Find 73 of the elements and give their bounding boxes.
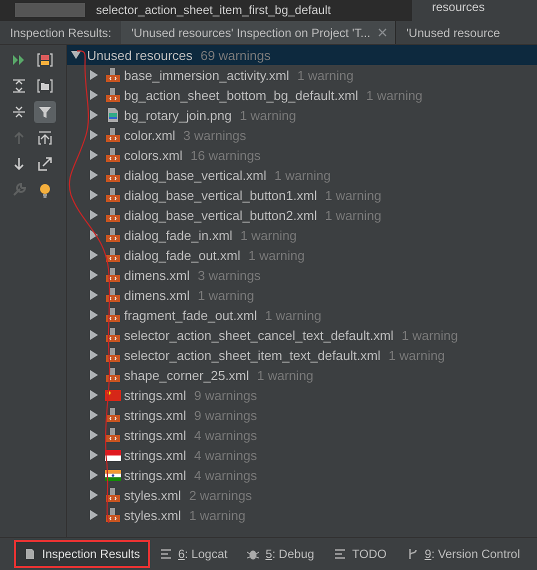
bug-icon (247, 548, 260, 560)
xml-file-icon (105, 427, 121, 443)
xml-file-icon (105, 247, 121, 263)
tree-item[interactable]: strings.xml 9 warnings (67, 405, 537, 425)
xml-file-icon (105, 367, 121, 383)
tree-item[interactable]: dialog_base_vertical.xml 1 warning (67, 165, 537, 185)
results-tab[interactable]: 'Unused resources' Inspection on Project 'T... (121, 21, 396, 44)
tree-item[interactable]: dialog_base_vertical_button2.xml 1 warning (67, 205, 537, 225)
tool-window-tab[interactable]: Inspection Results (16, 542, 148, 566)
tree-item[interactable]: styles.xml 2 warnings (67, 485, 537, 505)
tool-window-tab[interactable]: TODO (326, 542, 395, 566)
branch-icon (406, 548, 419, 560)
xml-file-icon (105, 347, 121, 363)
xml-file-icon (105, 307, 121, 323)
export-icon[interactable] (37, 130, 53, 146)
xml-file-icon (105, 87, 121, 103)
tree-item[interactable]: shape_corner_25.xml 1 warning (67, 365, 537, 385)
document-icon (24, 548, 36, 560)
stop-icon[interactable] (37, 52, 53, 68)
tree-item[interactable]: styles.xml 1 warning (67, 505, 537, 525)
tree-item[interactable]: strings.xml 9 warnings (67, 385, 537, 405)
tree-item[interactable]: dimens.xml 3 warnings (67, 265, 537, 285)
tool-window-tab[interactable]: 6: Logcat (152, 542, 236, 566)
xml-file-icon (105, 327, 121, 343)
tree-item[interactable]: strings.xml 4 warnings (67, 445, 537, 465)
tree-item[interactable]: bg_action_sheet_bottom_bg_default.xml 1 warning (67, 85, 537, 105)
xml-file-icon (105, 187, 121, 203)
flag-icon (105, 447, 121, 463)
xml-file-icon (105, 267, 121, 283)
tree-item[interactable]: dialog_fade_in.xml 1 warning (67, 225, 537, 245)
tree-item[interactable]: bg_rotary_join.png 1 warning (67, 105, 537, 125)
tree-item[interactable]: colors.xml 16 warnings (67, 145, 537, 165)
filter-button[interactable] (34, 101, 56, 123)
collapse-all-icon[interactable] (11, 104, 27, 120)
xml-file-icon (105, 167, 121, 183)
tree-item[interactable]: dialog_base_vertical_button1.xml 1 warning (67, 185, 537, 205)
close-icon[interactable] (378, 28, 388, 37)
tree-item[interactable]: selector_action_sheet_cancel_text_default.xml 1 warning (67, 325, 537, 345)
xml-file-icon (105, 487, 121, 503)
xml-file-icon (105, 127, 121, 143)
list-icon (334, 548, 346, 560)
xml-file-icon (105, 287, 121, 303)
xml-file-icon (105, 507, 121, 523)
bulb-icon[interactable] (37, 182, 53, 198)
panel-title: Inspection Results: (9, 26, 112, 40)
tree-item[interactable]: dimens.xml 1 warning (67, 285, 537, 305)
tree-root-row[interactable]: Unused resources 69 warnings (67, 45, 537, 65)
tool-window-tab[interactable]: 5: Debug (239, 542, 322, 566)
tree-item[interactable]: strings.xml 4 warnings (67, 465, 537, 485)
file-name: selector_action_sheet_item_first_bg_default (96, 3, 331, 17)
tree-item[interactable]: selector_action_sheet_item_text_default.xml 1 warning (67, 345, 537, 365)
tool-window-tab[interactable]: 9: Version Control (398, 542, 528, 566)
expand-all-icon[interactable] (11, 78, 27, 94)
list-icon (160, 548, 172, 560)
filter-icon (37, 104, 53, 120)
external-link-icon[interactable] (37, 156, 53, 172)
tree-item[interactable]: dialog_fade_out.xml 1 warning (67, 245, 537, 265)
flag-icon (105, 467, 121, 483)
flag-icon (105, 387, 121, 403)
xml-file-icon (105, 67, 121, 83)
xml-file-icon (105, 147, 121, 163)
tree-item[interactable]: color.xml 3 warnings (67, 125, 537, 145)
results-tab[interactable]: 'Unused resource (396, 21, 508, 44)
tree-item[interactable]: strings.xml 4 warnings (67, 425, 537, 445)
xml-file-icon (105, 407, 121, 423)
tree-item[interactable]: fragment_fade_out.xml 1 warning (67, 305, 537, 325)
group-icon[interactable] (37, 78, 53, 94)
image-file-icon (105, 107, 121, 123)
tree-item[interactable]: base_immersion_activity.xml 1 warning (67, 65, 537, 85)
panel-text: resources (432, 0, 485, 14)
rerun-icon[interactable] (11, 52, 27, 68)
xml-file-icon (105, 207, 121, 223)
xml-file-icon (105, 227, 121, 243)
